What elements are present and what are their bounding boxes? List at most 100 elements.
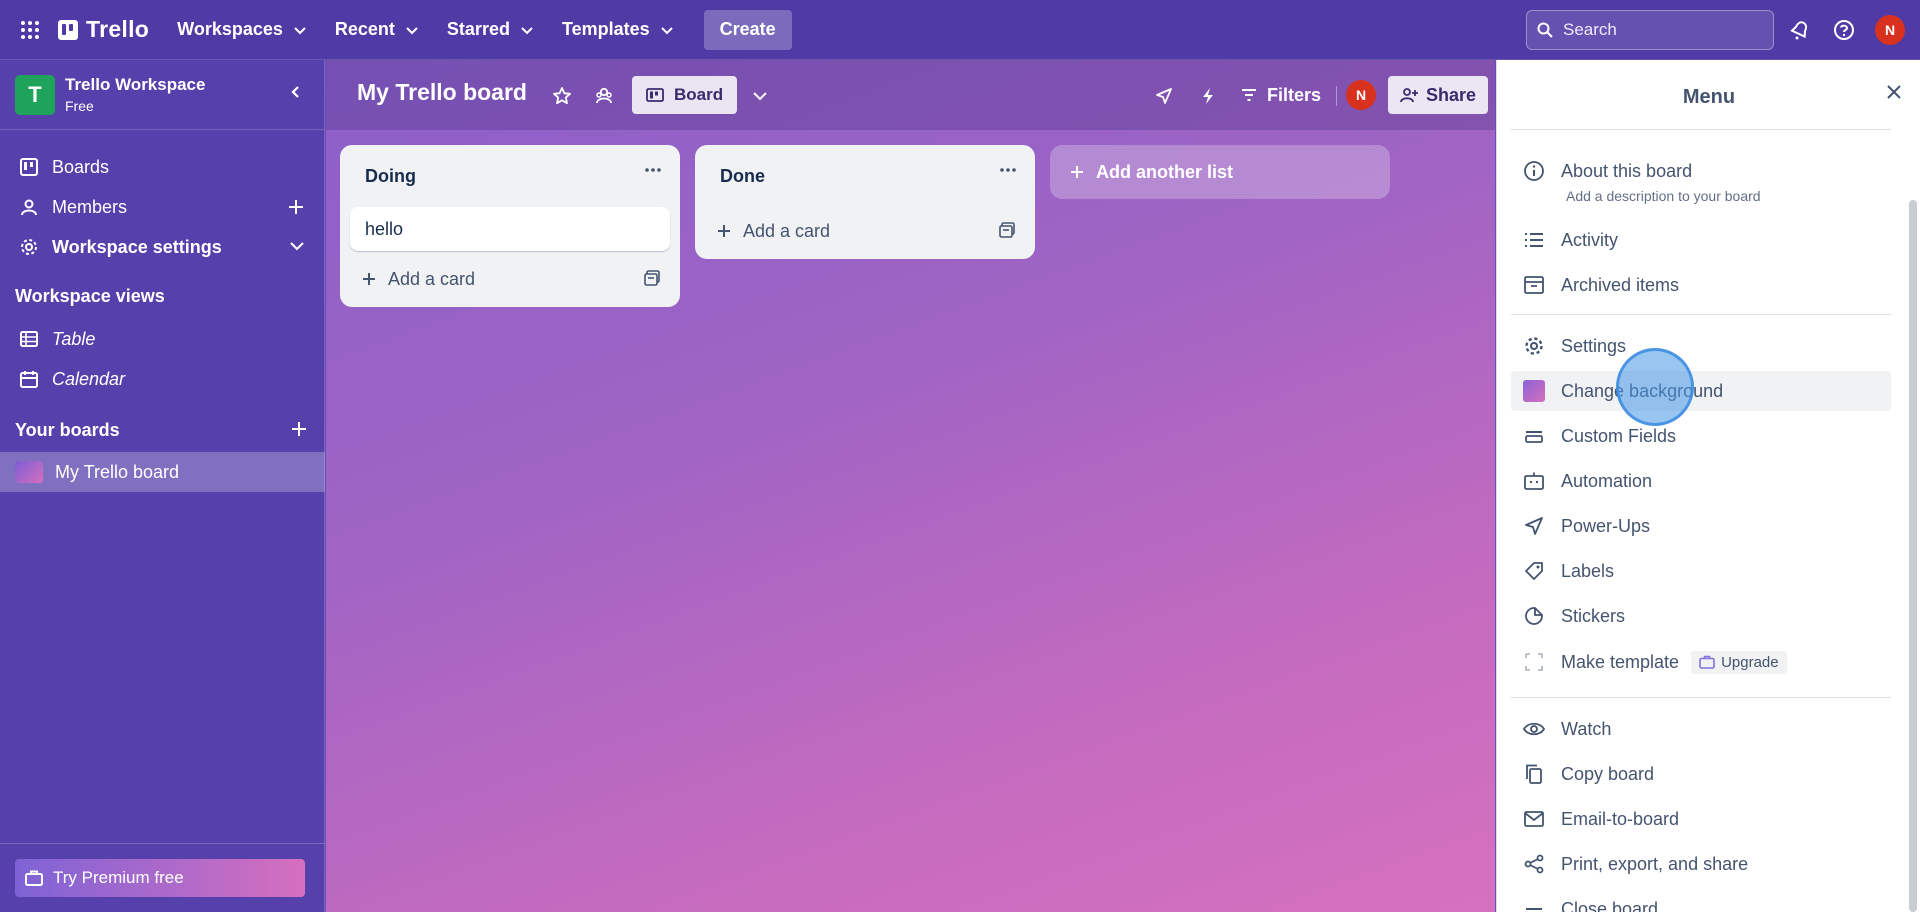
create-button[interactable]: Create xyxy=(703,9,792,50)
share-label: Share xyxy=(1426,84,1477,105)
workspace-name[interactable]: Trello Workspace xyxy=(65,75,205,95)
gear-icon xyxy=(21,239,37,255)
notifications-button[interactable] xyxy=(1784,14,1816,46)
menu-item-make-template[interactable]: Make template Upgrade xyxy=(1511,642,1891,682)
sidebar-item-workspace-settings[interactable]: Workspace settings xyxy=(0,228,325,266)
menu-item-watch[interactable]: Watch xyxy=(1511,709,1891,749)
board-view-icon xyxy=(646,88,664,102)
card-template-icon[interactable] xyxy=(999,222,1015,238)
menu-item-copy-board[interactable]: Copy board xyxy=(1511,754,1891,794)
menu-item-label: Archived items xyxy=(1561,274,1680,295)
menu-item-print-export[interactable]: Print, export, and share xyxy=(1511,844,1891,884)
filter-icon xyxy=(1242,89,1256,101)
automation-icon xyxy=(1524,472,1544,490)
plus-icon xyxy=(363,273,375,285)
menu-item-stickers[interactable]: Stickers xyxy=(1511,596,1891,636)
nav-recent[interactable]: Recent xyxy=(321,10,433,50)
menu-item-change-background[interactable]: Change background xyxy=(1511,371,1891,411)
background-swatch xyxy=(1523,380,1545,402)
list-title[interactable]: Doing xyxy=(365,166,416,187)
sidebar-item-calendar[interactable]: Calendar xyxy=(0,360,325,398)
add-person-icon xyxy=(1400,88,1418,103)
board-title[interactable]: My Trello board xyxy=(357,79,527,106)
board-view-button[interactable]: Board xyxy=(632,76,738,114)
about-board-subtitle: Add a description to your board xyxy=(1566,188,1761,204)
briefcase-icon xyxy=(1699,655,1715,669)
more-horizontal-icon[interactable] xyxy=(644,167,662,173)
menu-item-labels[interactable]: Labels xyxy=(1511,551,1891,591)
list-header: Doing xyxy=(340,145,680,207)
sidebar-board-my-trello-board[interactable]: My Trello board xyxy=(0,452,325,492)
help-button[interactable] xyxy=(1828,14,1860,46)
bell-icon xyxy=(1790,21,1808,40)
add-card-button[interactable]: Add a card xyxy=(340,251,680,307)
chevron-down-icon xyxy=(521,26,533,34)
menu-item-settings[interactable]: Settings xyxy=(1511,326,1891,366)
upgrade-badge[interactable]: Upgrade xyxy=(1691,650,1787,674)
sticker-icon xyxy=(1525,607,1543,625)
menu-item-power-ups[interactable]: Power-Ups xyxy=(1511,506,1891,546)
power-ups-button[interactable] xyxy=(1150,82,1178,110)
nav-workspaces-label: Workspaces xyxy=(177,19,283,39)
workspace-badge: T xyxy=(15,74,55,115)
menu-item-custom-fields[interactable]: Custom Fields xyxy=(1511,416,1891,456)
nav-templates[interactable]: Templates xyxy=(548,10,688,50)
add-board-plus-icon[interactable] xyxy=(290,420,308,438)
sidebar-item-label: Table xyxy=(52,328,96,349)
workspace-header: T Trello Workspace Free xyxy=(0,60,324,130)
menu-item-automation[interactable]: Automation xyxy=(1511,461,1891,501)
more-horizontal-icon[interactable] xyxy=(999,167,1017,173)
custom-fields-icon xyxy=(1525,431,1543,443)
menu-item-label: Close board xyxy=(1561,898,1659,912)
activity-list-icon xyxy=(1525,233,1543,247)
sidebar-board-label: My Trello board xyxy=(55,461,180,482)
sidebar-item-members[interactable]: Members xyxy=(0,188,325,226)
search-input[interactable]: Search xyxy=(1526,10,1774,50)
search-icon xyxy=(1537,22,1553,38)
automation-button[interactable] xyxy=(1194,82,1222,110)
board-thumbnail xyxy=(15,461,43,483)
nav-starred[interactable]: Starred xyxy=(433,10,548,50)
trello-logo-icon xyxy=(58,19,78,40)
info-icon xyxy=(1524,161,1544,181)
try-premium-button[interactable]: Try Premium free xyxy=(15,859,305,897)
share-button[interactable]: Share xyxy=(1388,76,1489,114)
plus-icon xyxy=(718,225,730,237)
star-board-button[interactable] xyxy=(548,82,576,110)
visibility-button[interactable] xyxy=(590,82,618,110)
filters-button[interactable]: Filters xyxy=(1241,76,1321,114)
board-member-avatar[interactable]: N xyxy=(1346,80,1376,110)
menu-item-label: Stickers xyxy=(1561,605,1626,626)
menu-item-label: Watch xyxy=(1561,718,1612,739)
menu-scrollbar[interactable] xyxy=(1909,200,1917,912)
workspace-plan: Free xyxy=(65,98,94,114)
menu-item-archived[interactable]: Archived items xyxy=(1511,265,1891,305)
add-card-button[interactable]: Add a card xyxy=(695,203,1035,259)
share-icon xyxy=(1524,854,1544,874)
add-another-list-button[interactable]: Add another list xyxy=(1050,145,1390,199)
sidebar-item-table[interactable]: Table xyxy=(0,320,325,358)
views-dropdown-button[interactable] xyxy=(746,82,774,110)
menu-item-label: Change background xyxy=(1561,380,1724,401)
card[interactable]: hello xyxy=(350,207,670,251)
menu-item-activity[interactable]: Activity xyxy=(1511,220,1891,260)
menu-item-about[interactable]: About this board xyxy=(1511,151,1891,191)
nav-workspaces[interactable]: Workspaces xyxy=(163,10,321,50)
chevron-down-icon xyxy=(753,92,767,101)
account-button[interactable]: N xyxy=(1874,14,1906,46)
close-menu-button[interactable] xyxy=(1886,84,1902,100)
plus-icon[interactable] xyxy=(287,198,305,216)
menu-item-close-board[interactable]: Close board xyxy=(1511,889,1891,912)
card-template-icon[interactable] xyxy=(644,270,660,286)
workspace-visible-icon xyxy=(596,87,612,104)
app-switcher-button[interactable] xyxy=(10,10,50,50)
list-title[interactable]: Done xyxy=(720,166,765,187)
trello-icon xyxy=(20,158,38,176)
sidebar-divider xyxy=(0,843,325,844)
menu-item-label: Make template xyxy=(1561,651,1680,672)
collapse-sidebar-button[interactable] xyxy=(288,84,302,100)
trello-logo[interactable]: Trello xyxy=(58,16,149,43)
menu-item-email-to-board[interactable]: Email-to-board xyxy=(1511,799,1891,839)
sidebar-item-boards[interactable]: Boards xyxy=(0,148,325,186)
board-menu-panel: Menu About this board Add a description … xyxy=(1496,60,1920,912)
